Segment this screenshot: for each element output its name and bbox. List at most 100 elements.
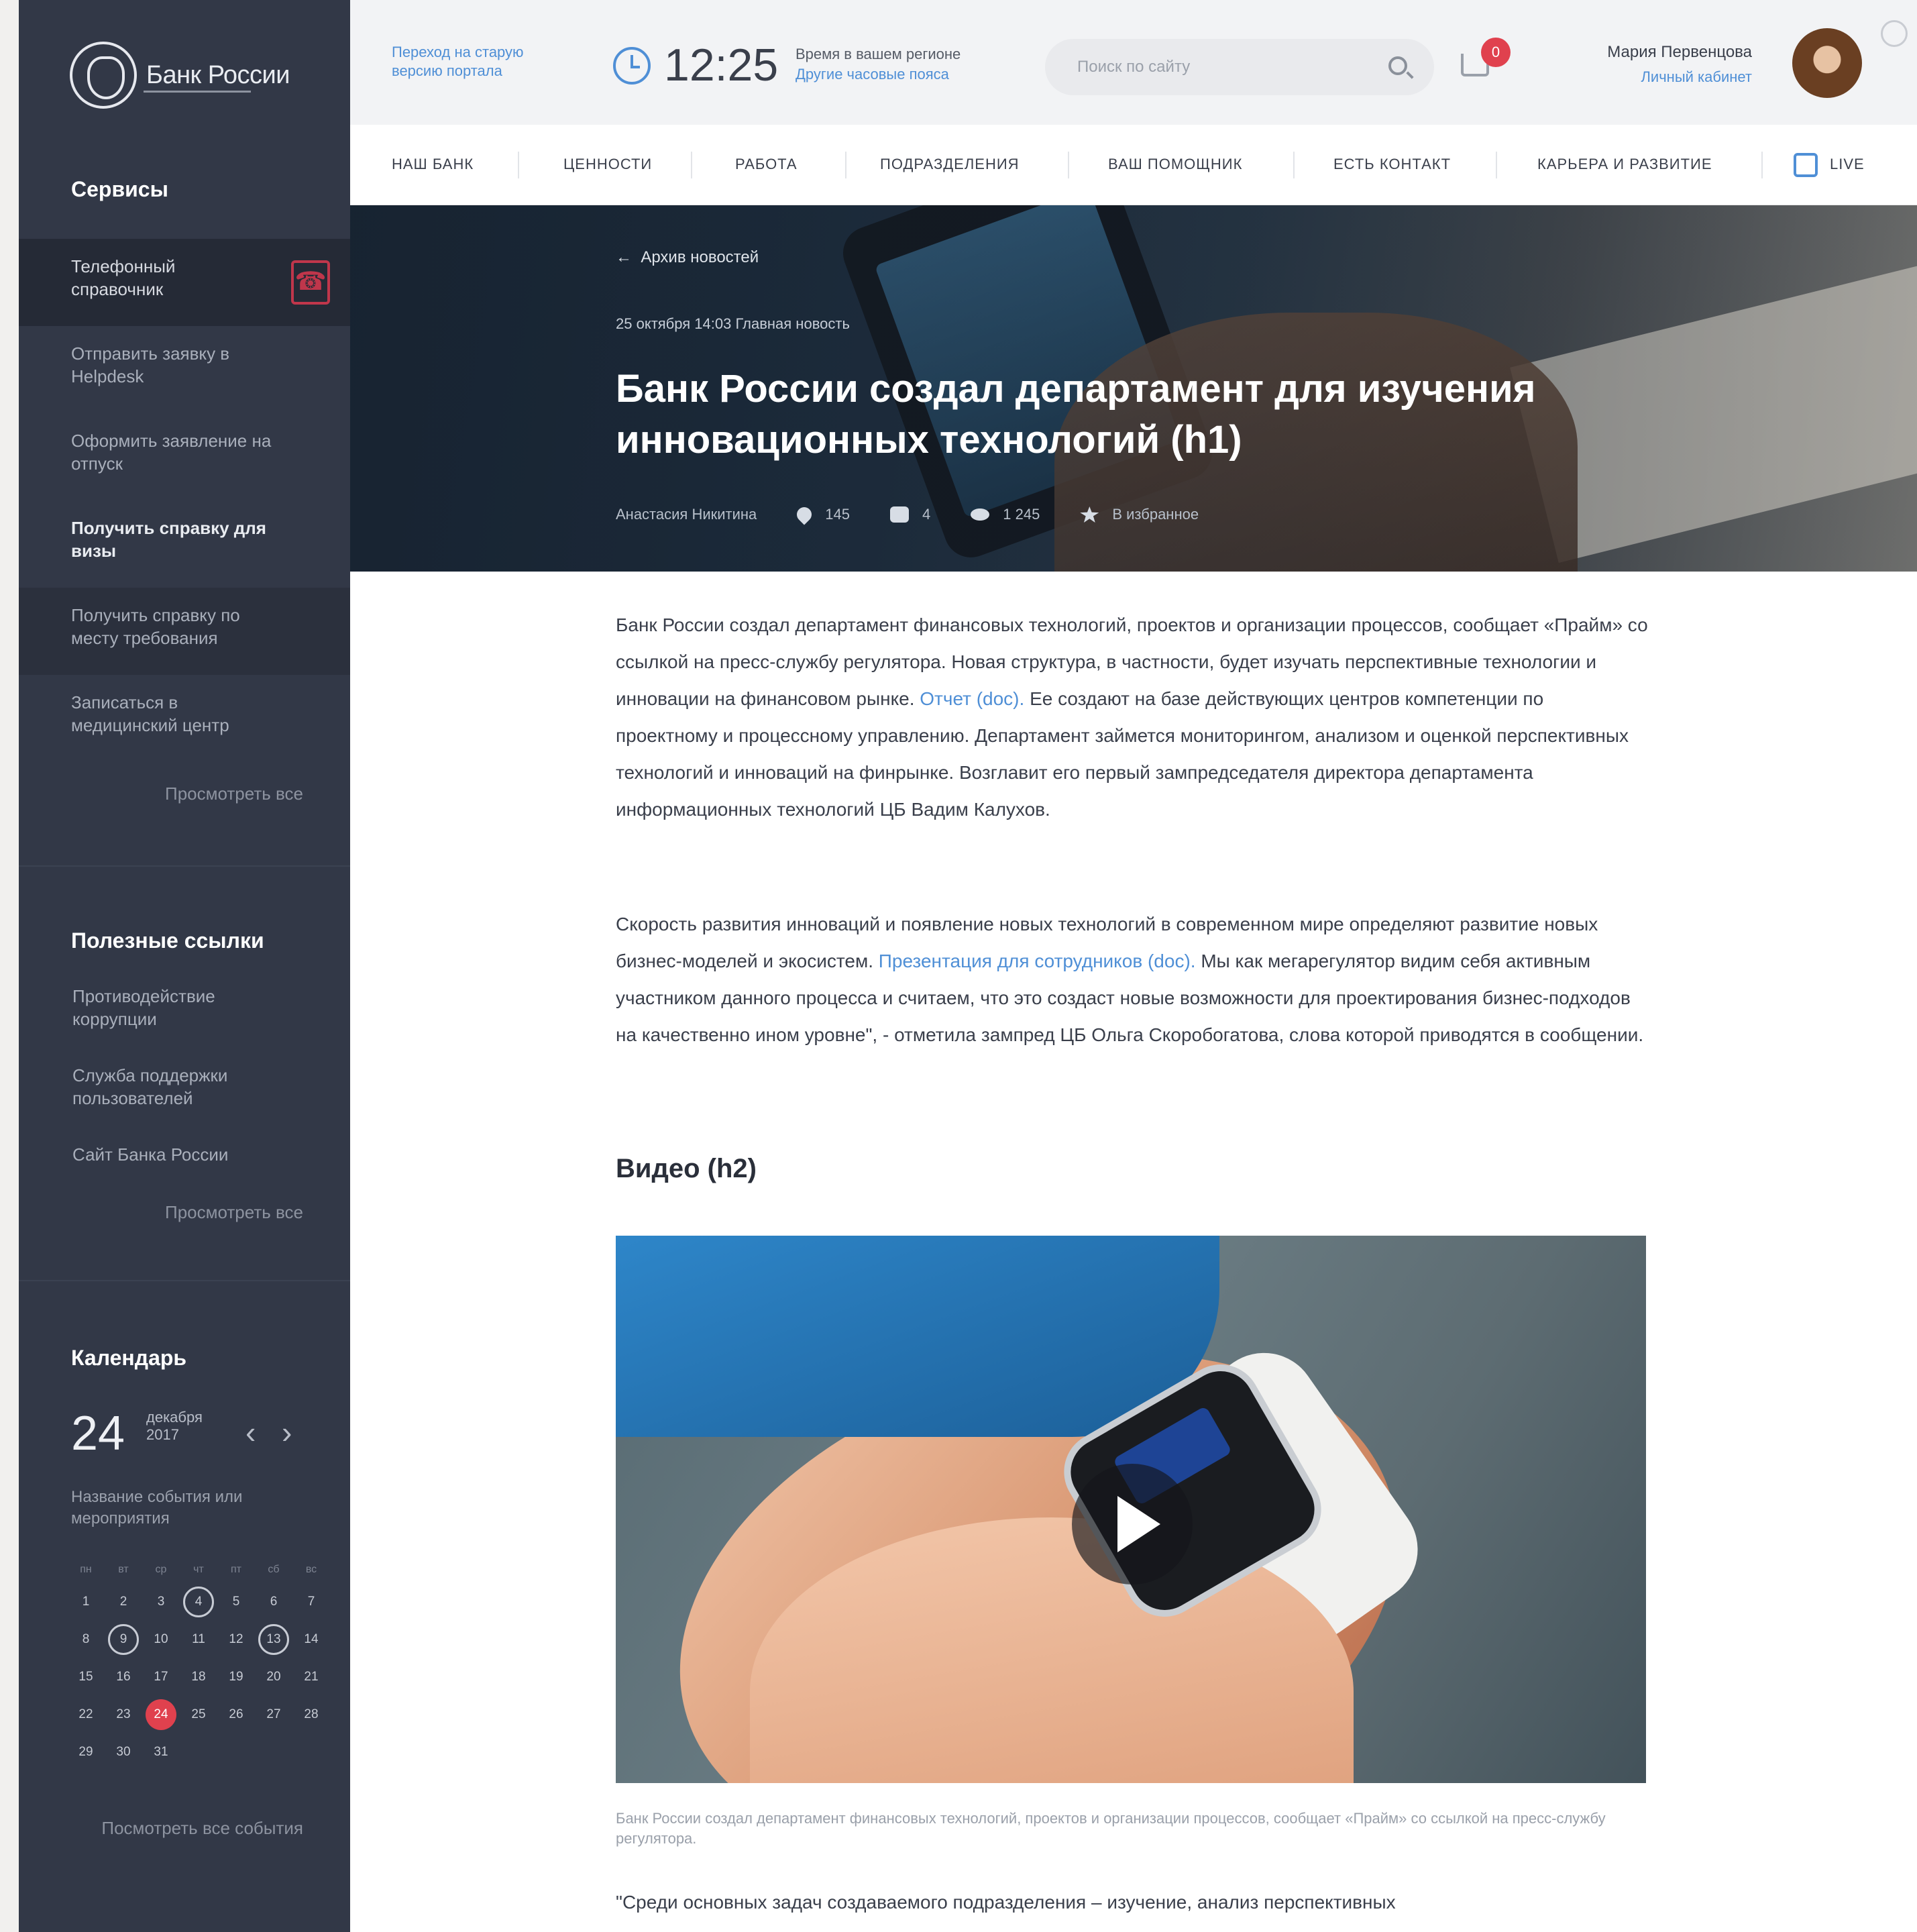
calendar-day-cell[interactable]: 14 bbox=[292, 1621, 330, 1658]
article-hero: ← Архив новостей 25 октября 14:03 Главна… bbox=[350, 205, 1917, 572]
calendar-grid: пн вт ср чт пт сб вс 1 2 3 4 5 6 7 8 9 10 11 12 13 14 15 16 17 1… bbox=[67, 1556, 330, 1771]
calendar-day-cell[interactable]: 30 bbox=[105, 1733, 142, 1771]
calendar-day-cell[interactable]: 1 bbox=[67, 1583, 105, 1621]
avatar[interactable] bbox=[1792, 28, 1862, 98]
links-view-all-link[interactable]: Просмотреть все bbox=[165, 1202, 303, 1223]
calendar-day-cell[interactable]: 25 bbox=[180, 1696, 217, 1733]
nav-item-assistant[interactable]: Ваш помощник bbox=[1108, 156, 1242, 173]
calendar-weekday: чт bbox=[193, 1564, 204, 1575]
calendar-day-cell[interactable]: 8 bbox=[67, 1621, 105, 1658]
calendar-day-cell[interactable]: 18 bbox=[180, 1658, 217, 1696]
calendar-day-cell[interactable]: 20 bbox=[255, 1658, 292, 1696]
service-item-visa[interactable]: Получить справку для визы bbox=[19, 500, 350, 588]
add-to-favorites[interactable]: В избранное bbox=[1080, 506, 1199, 523]
calendar-weekday: вс bbox=[305, 1564, 317, 1575]
presentation-doc-link[interactable]: Презентация для сотрудников (doc). bbox=[879, 951, 1196, 971]
calendar-day-cell[interactable]: 11 bbox=[180, 1621, 217, 1658]
calendar-day-cell[interactable]: 26 bbox=[217, 1696, 255, 1733]
service-item-phonebook[interactable]: Телефонный справочник ☎ bbox=[19, 239, 350, 326]
search-input[interactable]: Поиск по сайту bbox=[1045, 39, 1434, 95]
calendar-day-number: 9 bbox=[108, 1624, 139, 1655]
calendar-day-cell[interactable]: 5 bbox=[217, 1583, 255, 1621]
link-support[interactable]: Служба поддержки пользователей bbox=[72, 1064, 300, 1110]
main-nav: Наш банк Ценности Работа Подразделения В… bbox=[350, 125, 1917, 205]
old-version-link[interactable]: Переход на старую версию портала bbox=[392, 43, 559, 80]
live-icon[interactable] bbox=[1794, 153, 1818, 177]
service-item-helpdesk[interactable]: Отправить заявку в Helpdesk bbox=[19, 326, 350, 413]
link-anticorruption[interactable]: Противодействие коррупции bbox=[72, 985, 300, 1030]
calendar-day-cell[interactable]: 4 bbox=[180, 1583, 217, 1621]
calendar-day-cell[interactable]: 9 bbox=[105, 1621, 142, 1658]
calendar-day-cell[interactable]: 24 bbox=[142, 1696, 180, 1733]
service-item-reference[interactable]: Получить справку по месту требования bbox=[19, 588, 350, 675]
calendar-day-cell[interactable]: 22 bbox=[67, 1696, 105, 1733]
service-item-label: Получить справку для визы bbox=[71, 518, 266, 561]
article-meta: Анастасия Никитина 145 4 1 245 В избранн… bbox=[616, 504, 1199, 525]
search-placeholder: Поиск по сайту bbox=[1077, 58, 1191, 76]
phone-book-icon: ☎ bbox=[291, 260, 330, 305]
calendar-day-cell[interactable]: 17 bbox=[142, 1658, 180, 1696]
calendar-day-cell[interactable]: 29 bbox=[67, 1733, 105, 1771]
settings-dot-icon[interactable] bbox=[1881, 20, 1908, 47]
calendar-day-cell[interactable]: 12 bbox=[217, 1621, 255, 1658]
calendar-next-icon[interactable]: › bbox=[282, 1414, 292, 1450]
comments[interactable]: 4 bbox=[890, 506, 930, 523]
calendar-day-cell[interactable]: 27 bbox=[255, 1696, 292, 1733]
timezones-link[interactable]: Другие часовые пояса bbox=[796, 66, 949, 83]
calendar-day-cell[interactable]: 23 bbox=[105, 1696, 142, 1733]
calendar-day-number: 15 bbox=[78, 1670, 93, 1684]
calendar-day-cell[interactable]: 10 bbox=[142, 1621, 180, 1658]
calendar-day-number: 19 bbox=[229, 1670, 243, 1684]
personal-account-link[interactable]: Личный кабинет bbox=[1641, 68, 1752, 86]
calendar-day-cell[interactable]: 3 bbox=[142, 1583, 180, 1621]
link-bank-site[interactable]: Сайт Банка России bbox=[72, 1143, 300, 1166]
article-body: Банк России создал департамент финансовы… bbox=[350, 572, 1917, 1932]
video-bg-sleeve bbox=[616, 1236, 1219, 1437]
likes[interactable]: 145 bbox=[793, 504, 850, 525]
calendar-day-cell[interactable]: 7 bbox=[292, 1583, 330, 1621]
play-icon[interactable] bbox=[1072, 1464, 1193, 1585]
calendar-day-cell[interactable]: 19 bbox=[217, 1658, 255, 1696]
nav-item-work[interactable]: Работа bbox=[735, 156, 798, 173]
nav-item-values[interactable]: Ценности bbox=[563, 156, 652, 173]
calendar-day-cell[interactable]: 2 bbox=[105, 1583, 142, 1621]
nav-item-career[interactable]: Карьера и развитие bbox=[1537, 156, 1712, 173]
comment-icon bbox=[890, 506, 909, 523]
calendar-day-cell[interactable]: 16 bbox=[105, 1658, 142, 1696]
logo[interactable]: Банк России bbox=[70, 42, 290, 109]
calendar-day-cell[interactable]: 21 bbox=[292, 1658, 330, 1696]
calendar-event[interactable]: Название события или мероприятия bbox=[71, 1487, 286, 1529]
calendar-day-cell[interactable]: 6 bbox=[255, 1583, 292, 1621]
nav-item-departments[interactable]: Подразделения bbox=[880, 156, 1020, 173]
calendar-day-number: 14 bbox=[304, 1632, 319, 1646]
calendar-day-number: 22 bbox=[78, 1707, 93, 1721]
calendar-day-cell[interactable]: 13 bbox=[255, 1621, 292, 1658]
calendar-day-number: 18 bbox=[191, 1670, 206, 1684]
video-heading: Видео (h2) bbox=[616, 1154, 757, 1183]
article-author[interactable]: Анастасия Никитина bbox=[616, 506, 757, 523]
nav-item-contact[interactable]: Есть контакт bbox=[1333, 156, 1451, 173]
calendar-day-number: 8 bbox=[82, 1632, 90, 1646]
calendar-day-number: 5 bbox=[232, 1595, 240, 1609]
nav-item-live[interactable]: Live bbox=[1830, 156, 1865, 173]
calendar-day-cell[interactable]: 28 bbox=[292, 1696, 330, 1733]
comments-count: 4 bbox=[922, 506, 931, 523]
video-player[interactable] bbox=[616, 1236, 1646, 1783]
user-name[interactable]: Мария Первенцова bbox=[1607, 43, 1752, 62]
services-view-all-link[interactable]: Просмотреть все bbox=[165, 784, 303, 804]
calendar-day-cell[interactable]: 15 bbox=[67, 1658, 105, 1696]
calendar-day-number: 12 bbox=[229, 1632, 243, 1646]
calendar-day-cell[interactable]: 31 bbox=[142, 1733, 180, 1771]
calendar-day-number: 29 bbox=[78, 1745, 93, 1759]
sidebar: Банк России Сервисы Телефонный справочни… bbox=[19, 0, 350, 1932]
calendar-year: 2017 bbox=[146, 1426, 179, 1443]
calendar-all-events-link[interactable]: Посмотреть все события bbox=[101, 1818, 303, 1839]
nav-item-our-bank[interactable]: Наш банк bbox=[392, 156, 474, 173]
news-archive-link[interactable]: ← Архив новостей bbox=[616, 248, 759, 267]
nav-divider bbox=[691, 152, 692, 178]
calendar-prev-icon[interactable]: ‹ bbox=[245, 1414, 256, 1450]
service-item-vacation[interactable]: Оформить заявление на отпуск bbox=[19, 413, 350, 500]
report-doc-link[interactable]: Отчет (doc). bbox=[920, 688, 1024, 709]
service-item-medical[interactable]: Записаться в медицинский центр bbox=[19, 675, 350, 762]
search-icon[interactable] bbox=[1388, 56, 1407, 75]
